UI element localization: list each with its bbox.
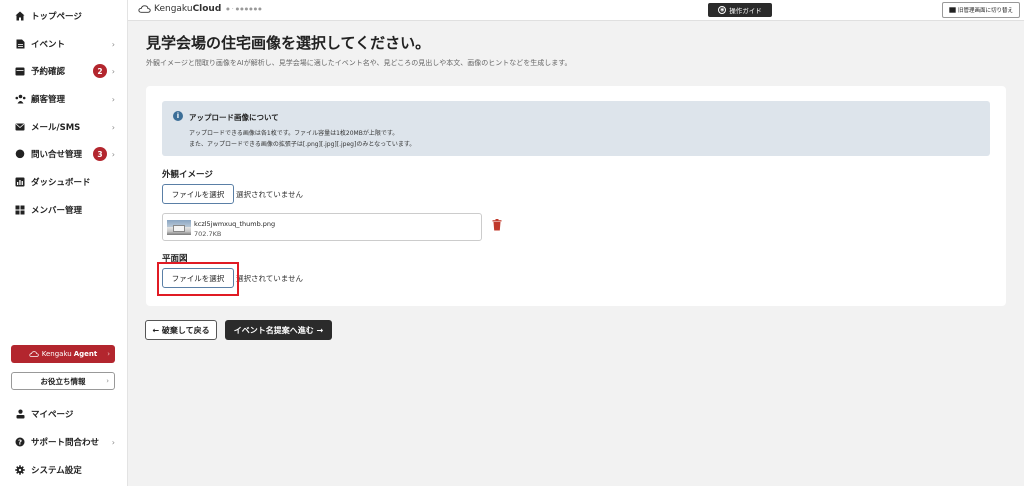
sidebar-item-inquiries[interactable]: 問い合せ管理 3 ›: [0, 143, 128, 165]
sidebar-item-label: イベント: [31, 40, 66, 50]
highlight-box: [157, 262, 239, 296]
chevron-right-icon: ›: [111, 149, 115, 159]
switch-icon: [949, 7, 956, 13]
agent-brand-bold: Agent: [73, 350, 98, 358]
info-text-line: また、アップロードできる画像の拡張子は[.png][.jpg][.jpeg]のみ…: [189, 141, 416, 148]
exterior-file-status: 選択されていません: [236, 190, 304, 199]
top-bar: Kengaku Cloud ●・●●●●●● ◉ 操作ガイド 旧管理画面に切り替え: [128, 0, 1024, 21]
grid-icon: [14, 204, 26, 216]
guide-label: 操作ガイド: [729, 7, 762, 15]
page-description: 外観イメージと間取り画像をAIが解析し、見学会場に適したイベント名や、見どころの…: [146, 59, 572, 67]
home-icon: [14, 10, 26, 22]
upload-card: i アップロード画像について アップロードできる画像は各1枚です。ファイル容量は…: [146, 86, 1006, 306]
sidebar-item-label: 問い合せ管理: [31, 150, 83, 160]
exterior-file-select-button[interactable]: ファイルを選択: [162, 184, 234, 204]
proceed-event-name-button[interactable]: イベント名提案へ進む →: [225, 320, 332, 340]
compass-icon: ◉: [718, 6, 727, 14]
info-text-line: アップロードできる画像は各1枚です。ファイル容量は1枚20MBが上限です。: [189, 130, 399, 137]
info-icon: i: [173, 111, 183, 121]
sidebar: トップページ イベント › 予約確認 2 › 顧客管理 › メール/SMS › …: [0, 0, 128, 486]
sidebar-item-label: メール/SMS: [31, 123, 81, 133]
sidebar-item-customers[interactable]: 顧客管理 ›: [0, 88, 128, 110]
sidebar-item-support[interactable]: ? サポート問合わせ ›: [0, 431, 128, 453]
sidebar-item-label: メンバー管理: [31, 206, 83, 216]
sidebar-item-label: マイページ: [31, 410, 74, 420]
chevron-right-icon: ›: [111, 437, 115, 447]
notification-badge: 3: [93, 147, 107, 161]
exterior-image-label: 外観イメージ: [162, 170, 213, 180]
svg-text:?: ?: [18, 439, 22, 447]
switch-label: 旧管理画面に切り替え: [957, 8, 1013, 14]
file-name: kczl5jwmxuq_thumb.png: [194, 220, 276, 228]
sidebar-item-top-page[interactable]: トップページ: [0, 5, 128, 27]
kengaku-agent-button[interactable]: Kengaku Agent ›: [11, 345, 115, 363]
discard-back-button[interactable]: ← 破棄して戻る: [145, 320, 217, 340]
calendar-icon: [14, 65, 26, 77]
logo-text: Kengaku: [154, 4, 193, 14]
sidebar-item-label: 顧客管理: [31, 95, 66, 105]
sidebar-item-label: システム設定: [31, 466, 82, 476]
chat-icon: [14, 148, 26, 160]
chevron-right-icon: ›: [111, 122, 115, 132]
upload-info-box: i アップロード画像について アップロードできる画像は各1枚です。ファイル容量は…: [162, 101, 990, 156]
cloud-icon: [138, 5, 151, 13]
gear-icon: [14, 464, 26, 476]
page-title: 見学会場の住宅画像を選択してください。: [146, 34, 431, 52]
chevron-right-icon: ›: [111, 66, 115, 76]
uploaded-file-item: kczl5jwmxuq_thumb.png 702.7KB: [162, 213, 482, 241]
sidebar-item-label: トップページ: [31, 12, 82, 22]
cloud-icon: [29, 351, 39, 357]
chevron-right-icon: ›: [106, 377, 109, 385]
operation-guide-button[interactable]: ◉ 操作ガイド: [708, 3, 772, 17]
person-icon: [14, 408, 26, 420]
sidebar-item-label: サポート問合わせ: [31, 438, 100, 448]
sidebar-item-members[interactable]: メンバー管理: [0, 199, 128, 221]
mail-icon: [14, 121, 26, 133]
switch-legacy-admin-button[interactable]: 旧管理画面に切り替え: [942, 2, 1020, 18]
app-logo: Kengaku Cloud ●・●●●●●●: [138, 4, 263, 14]
chevron-right-icon: ›: [111, 39, 115, 49]
trash-icon[interactable]: [492, 219, 502, 231]
useful-info-button[interactable]: お役立ち情報 ›: [11, 372, 115, 390]
sidebar-item-label: 予約確認: [31, 67, 66, 77]
sidebar-item-label: ダッシュボード: [31, 178, 91, 188]
sidebar-item-events[interactable]: イベント ›: [0, 33, 128, 55]
chevron-right-icon: ›: [111, 94, 115, 104]
useful-info-label: お役立ち情報: [40, 376, 86, 386]
sidebar-item-my-page[interactable]: マイページ: [0, 403, 128, 425]
sidebar-item-mail-sms[interactable]: メール/SMS ›: [0, 116, 128, 138]
sidebar-item-system-settings[interactable]: システム設定: [0, 459, 128, 481]
file-thumbnail: [167, 220, 191, 235]
sidebar-item-reservations[interactable]: 予約確認 2 ›: [0, 60, 128, 82]
document-icon: [14, 38, 26, 50]
agent-brand-text: Kengaku: [41, 350, 72, 358]
chevron-right-icon: ›: [107, 350, 110, 358]
notification-badge: 2: [93, 64, 107, 78]
users-icon: [14, 93, 26, 105]
sidebar-item-dashboard[interactable]: ダッシュボード: [0, 171, 128, 193]
chart-icon: [14, 176, 26, 188]
help-icon: ?: [14, 436, 26, 448]
logo-bold-text: Cloud: [192, 4, 222, 14]
floorplan-file-status: 選択されていません: [236, 274, 304, 283]
file-size: 702.7KB: [194, 230, 222, 238]
info-title: アップロード画像について: [189, 113, 279, 122]
logo-tagline: ●・●●●●●●: [226, 6, 263, 11]
